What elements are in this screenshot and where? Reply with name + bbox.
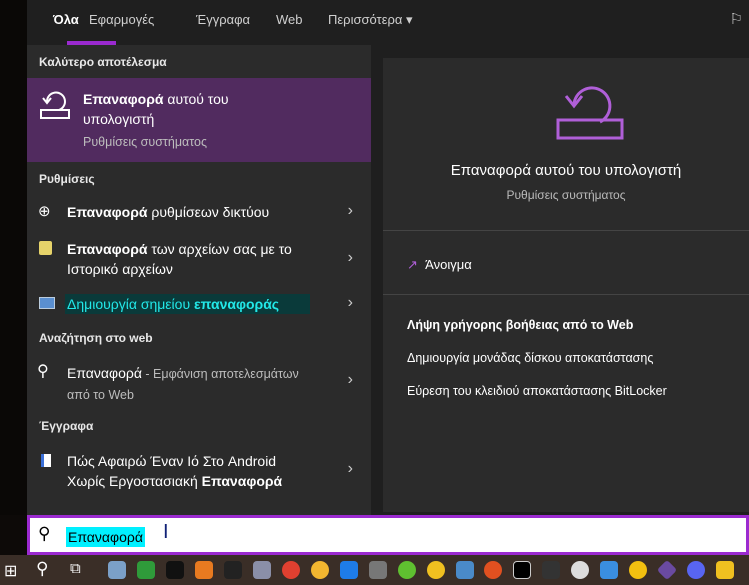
web-query: Επαναφορά — [67, 365, 142, 381]
search-icon[interactable]: ⚲ — [36, 559, 48, 579]
search-icon: ⚲ — [37, 363, 49, 380]
best-match-bold: Επαναφορά — [83, 91, 164, 107]
app-icon[interactable] — [369, 561, 387, 579]
tab-more[interactable]: Περισσότερα ▾ — [328, 12, 413, 28]
item-text: Δημιουργία σημείου — [67, 296, 194, 312]
app-icon[interactable] — [137, 561, 155, 579]
section-settings: Ρυθμίσεις — [39, 172, 95, 186]
tab-more-label: Περισσότερα — [328, 12, 403, 27]
open-button[interactable]: ↗ Άνοιγμα — [407, 257, 472, 273]
app-icon[interactable] — [629, 561, 647, 579]
desktop — [0, 0, 27, 515]
item-text: ρυθμίσεων δικτύου — [147, 204, 270, 220]
app-icon[interactable] — [282, 561, 300, 579]
app-icon[interactable] — [656, 559, 678, 581]
chevron-right-icon: › — [347, 294, 353, 311]
chevron-right-icon: › — [347, 202, 353, 219]
chevron-right-icon: › — [347, 249, 353, 266]
reset-pc-large-icon — [556, 86, 624, 140]
list-item[interactable]: ⊕ Επαναφορά ρυθμίσεων δικτύου › — [27, 200, 371, 226]
chevron-right-icon: › — [347, 460, 353, 477]
app-icon[interactable] — [398, 561, 416, 579]
best-match-item[interactable]: Επαναφορά αυτού του υπολογιστή Ρυθμίσεις… — [27, 78, 371, 162]
item-bold: Επαναφορά — [67, 241, 148, 257]
app-icon[interactable] — [195, 561, 213, 579]
calendar-icon[interactable] — [340, 561, 358, 579]
document-item[interactable]: Πώς Αφαιρώ Έναν Ιό Στο Android Χωρίς Εργ… — [27, 450, 371, 494]
section-web: Αναζήτηση στο web — [39, 331, 153, 345]
app-icon[interactable] — [427, 561, 445, 579]
preview-subtitle: Ρυθμίσεις συστήματος — [506, 188, 626, 202]
system-icon — [39, 297, 55, 309]
task-view-icon[interactable]: ⧉ — [70, 560, 81, 577]
search-icon: ⚲ — [38, 524, 51, 543]
clock-icon[interactable] — [571, 561, 589, 579]
cmd-icon[interactable] — [513, 561, 531, 579]
taskbar: ⊞ ⚲ ⧉ — [0, 555, 749, 585]
divider — [383, 294, 749, 295]
doc-title-bold: Επαναφορά — [201, 473, 283, 489]
app-icon[interactable] — [166, 561, 184, 579]
pdf-icon[interactable] — [716, 561, 734, 579]
discord-icon[interactable] — [687, 561, 705, 579]
chevron-right-icon: › — [347, 371, 353, 388]
open-label: Άνοιγμα — [425, 257, 472, 272]
weather-icon[interactable] — [311, 561, 329, 579]
tab-web[interactable]: Web — [276, 12, 303, 27]
tab-documents[interactable]: Έγγραφα — [196, 12, 250, 27]
web-result-item[interactable]: ⚲ Επαναφορά - Εμφάνιση αποτελεσμάτων από… — [27, 361, 371, 405]
tab-all[interactable]: Όλα — [53, 12, 79, 27]
help-header: Λήψη γρήγορης βοήθειας από το Web — [407, 318, 634, 332]
section-best-match: Καλύτερο αποτέλεσμα — [39, 55, 167, 69]
text-cursor-icon: I — [163, 521, 169, 543]
list-item[interactable]: Επαναφορά των αρχείων σας με το Ιστορικό… — [27, 238, 371, 282]
list-item[interactable]: Δημιουργία σημείου επαναφοράς › — [27, 293, 371, 317]
caret-down-icon: ▾ — [406, 12, 413, 27]
document-icon — [41, 454, 51, 467]
search-box[interactable]: ⚲ Επαναφορά I — [27, 515, 749, 555]
help-link[interactable]: Δημιουργία μονάδας δίσκου αποκατάστασης — [407, 351, 653, 365]
search-input[interactable]: Επαναφορά — [66, 527, 145, 547]
app-icon[interactable] — [108, 561, 126, 579]
feedback-icon[interactable]: ⚐ — [730, 10, 743, 28]
app-icon[interactable] — [484, 561, 502, 579]
results-panel: Καλύτερο αποτέλεσμα Επαναφορά αυτού του … — [27, 45, 371, 515]
best-match-subtitle: Ρυθμίσεις συστήματος — [83, 135, 207, 149]
globe-icon: ⊕ — [38, 203, 51, 220]
tab-apps[interactable]: Εφαρμογές — [89, 12, 154, 27]
preview-panel: Επαναφορά αυτού του υπολογιστή Ρυθμίσεις… — [383, 58, 749, 512]
divider — [383, 230, 749, 231]
app-icon[interactable] — [253, 561, 271, 579]
windows-start-icon[interactable]: ⊞ — [4, 561, 17, 581]
item-bold: επαναφοράς — [194, 296, 280, 312]
item-bold: Επαναφορά — [67, 204, 148, 220]
app-icon[interactable] — [456, 561, 474, 579]
section-documents: Έγγραφα — [39, 419, 94, 433]
terminal-icon[interactable] — [542, 561, 560, 579]
open-icon: ↗ — [407, 257, 418, 272]
app-icon[interactable] — [600, 561, 618, 579]
search-tabs: Όλα Εφαρμογές Έγγραφα Web Περισσότερα ▾ … — [27, 0, 749, 45]
preview-title: Επαναφορά αυτού του υπολογιστή — [450, 162, 682, 179]
reset-pc-icon — [40, 91, 70, 119]
help-link[interactable]: Εύρεση του κλειδιού αποκατάστασης BitLoc… — [407, 384, 667, 398]
file-history-icon — [39, 241, 52, 255]
app-icon[interactable] — [224, 561, 242, 579]
